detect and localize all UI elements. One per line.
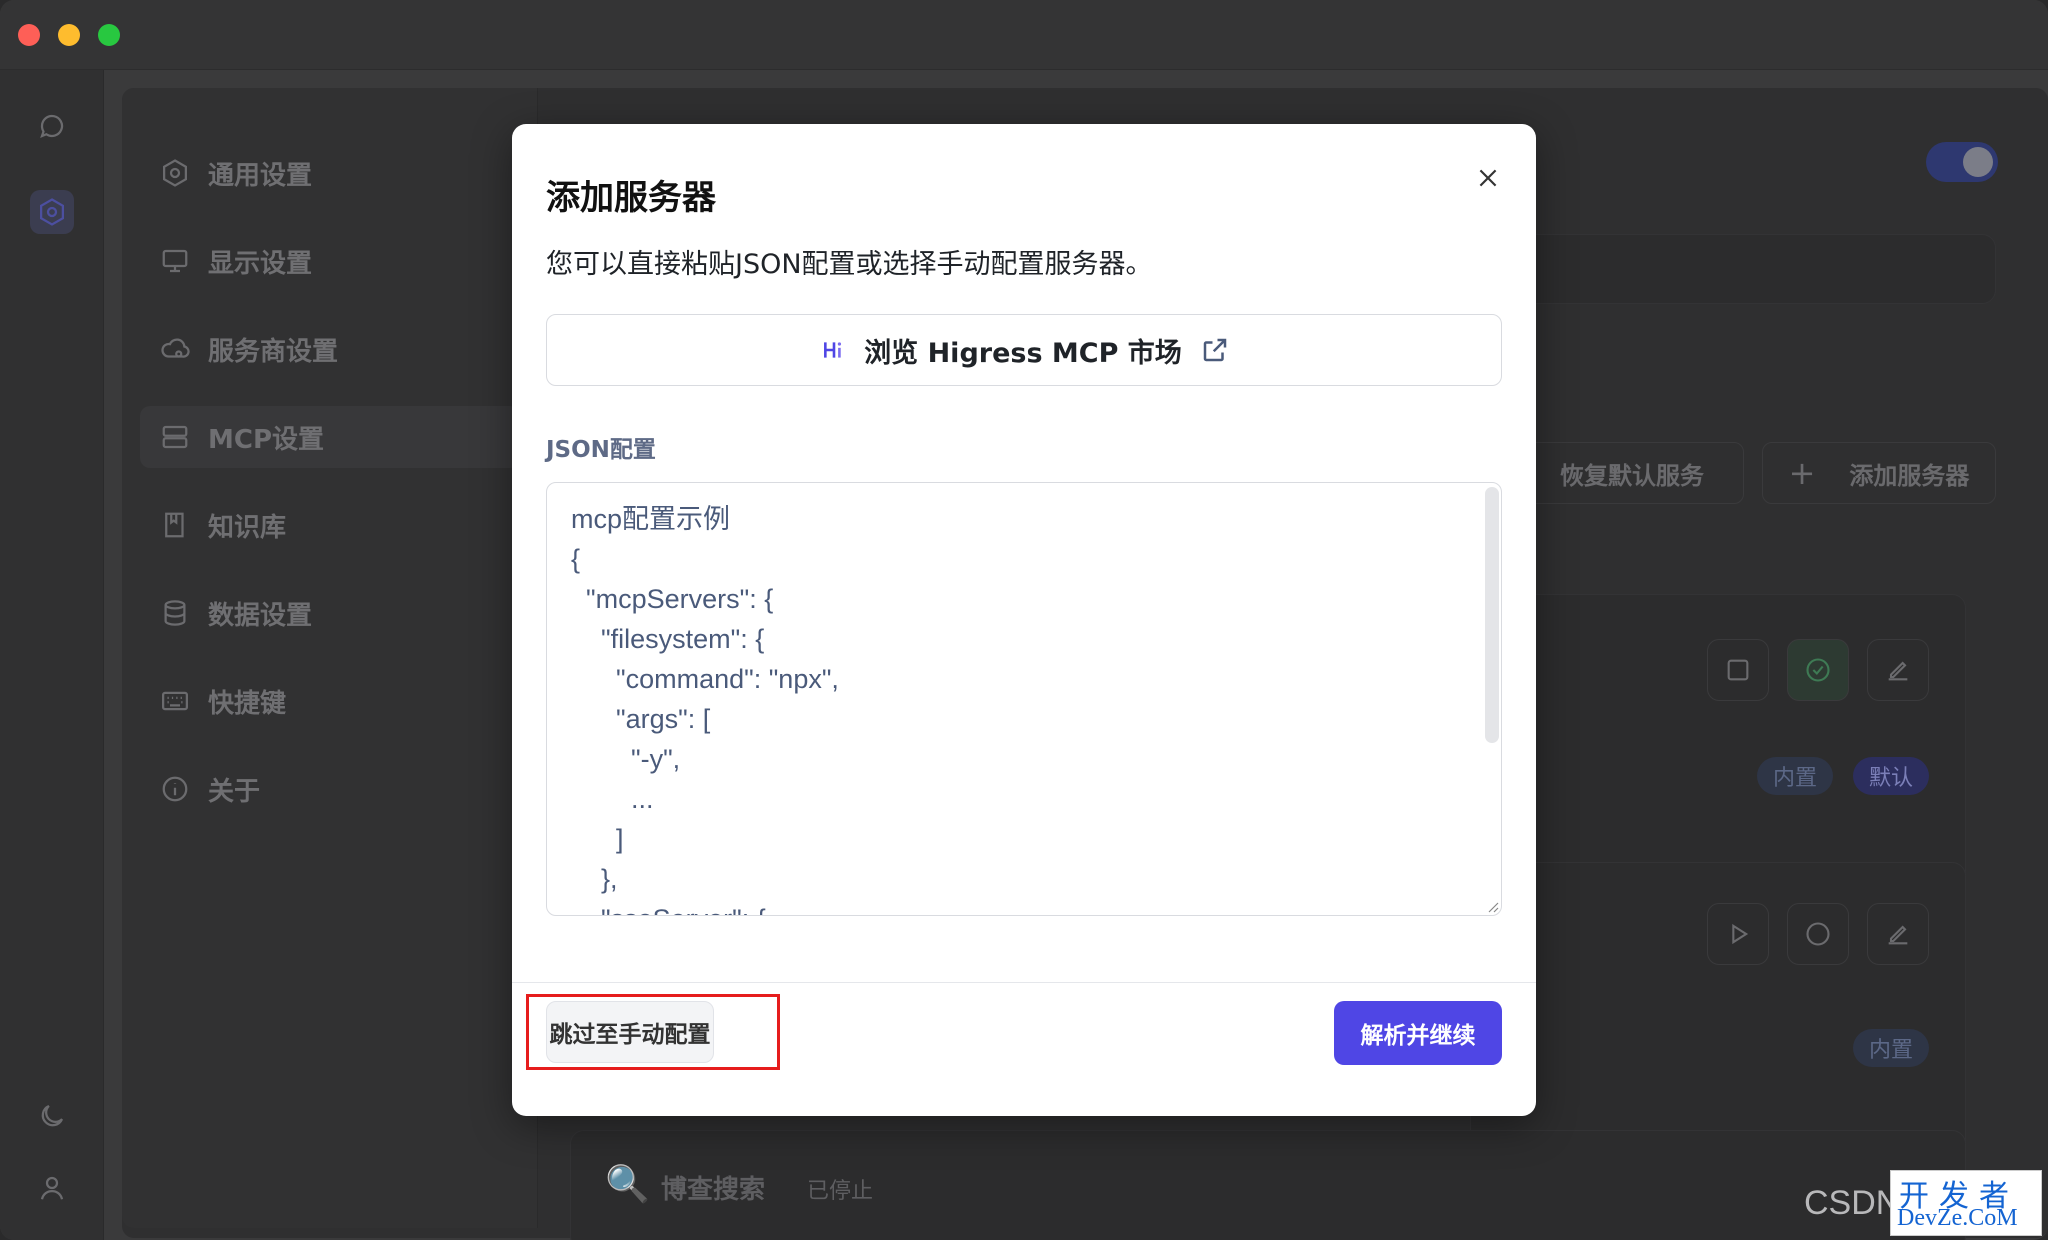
add-server-dialog: 添加服务器 您可以直接粘贴JSON配置或选择手动配置服务器。 浏览 Higres… [512,124,1536,1116]
dialog-title: 添加服务器 [546,178,716,218]
footer-divider [512,982,1536,983]
watermark-csdn: CSDN [1804,1184,1901,1222]
watermark-logo: 开发者 DevZe.CoM [1890,1170,2042,1236]
json-config-textarea[interactable]: mcp配置示例 { "mcpServers": { "filesystem": … [546,482,1502,916]
higress-logo-icon [818,334,850,366]
dialog-description: 您可以直接粘贴JSON配置或选择手动配置服务器。 [546,249,1153,280]
json-placeholder-text: mcp配置示例 { "mcpServers": { "filesystem": … [571,504,839,915]
app-window: 通用设置 显示设置 服务商设置 MCP设置 知识库 数据设置 快捷键 关于 恢复… [0,0,2048,1240]
skip-to-manual-button[interactable]: 跳过至手动配置 [546,1001,714,1063]
watermark-bottom: DevZe.CoM [1897,1205,2018,1231]
close-icon [1479,169,1497,187]
market-button-label: 浏览 Higress MCP 市场 [864,337,1182,369]
external-link-icon [1203,338,1227,362]
watermark: CSDN 开发者 DevZe.CoM [1800,1170,2048,1240]
json-config-label: JSON配置 [546,437,656,463]
resize-handle-icon[interactable] [1485,899,1499,913]
textarea-scrollbar[interactable] [1485,487,1499,743]
parse-and-continue-button[interactable]: 解析并继续 [1334,1001,1502,1065]
close-button[interactable] [1468,158,1508,198]
browse-market-button[interactable]: 浏览 Higress MCP 市场 [546,314,1502,386]
